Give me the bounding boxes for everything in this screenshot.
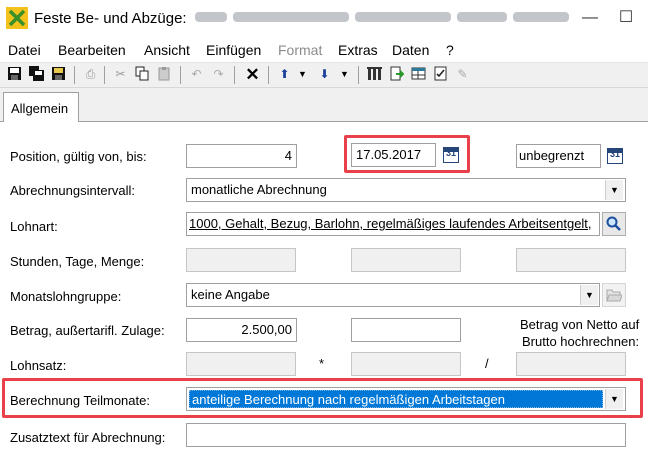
calendar-icon: 31 [443,147,459,163]
previous-dropdown-icon[interactable]: ▼ [294,66,311,83]
blur-bars [194,12,569,23]
previous-record-icon[interactable]: ⬆ [276,66,293,83]
minimize-button[interactable]: — [576,4,604,32]
save-icon[interactable] [6,66,23,83]
print-icon[interactable]: ⎙ [82,66,99,83]
net-gross-label-line2: Brutto hochrechnen: [522,334,640,349]
extra-text-label: Zusatztext für Abrechnung: [10,430,166,445]
folder-open-icon [606,289,623,302]
wage-group-dropdown-arrow-icon[interactable]: ▼ [580,285,598,305]
maximize-button[interactable]: ☐ [612,4,640,32]
rate-label: Lohnsatz: [10,358,67,373]
window-title-text: Feste Be- und Abzüge: [34,10,187,27]
search-icon [606,216,621,231]
save-close-icon[interactable] [50,66,67,83]
wage-group-select[interactable]: keine Angabe [186,283,600,307]
edit-note-icon[interactable]: ✎ [454,66,471,83]
menu-einfuegen[interactable]: Einfügen [206,42,261,58]
paste-icon[interactable] [156,66,173,83]
amount-field[interactable]: 2.500,00 [186,318,297,342]
menu-extras[interactable]: Extras [338,42,378,58]
wage-group-browse-button[interactable] [602,283,626,307]
lohnart-search-button[interactable] [602,212,626,236]
menu-daten[interactable]: Daten [392,42,429,58]
toolbar-separator [180,66,181,84]
toolbar-separator [74,66,75,84]
menu-help[interactable]: ? [446,42,454,58]
quantity-label: Stunden, Tage, Menge: [10,254,145,269]
toolbar-separator [358,66,359,84]
cut-icon[interactable]: ✂ [112,66,129,83]
blurred-title-detail [194,10,569,28]
supplement-field[interactable] [351,318,461,342]
rate-field [186,352,296,376]
rate-divisor-field [516,352,626,376]
save-all-icon[interactable] [28,66,45,83]
toolbar-separator [234,66,235,84]
position-label: Position, gültig von, bis: [10,149,147,164]
next-dropdown-icon[interactable]: ▼ [336,66,353,83]
tab-label: Allgemein [11,101,69,116]
partial-month-select[interactable]: anteilige Berechnung nach regelmäßigen A… [186,387,626,411]
interval-select[interactable]: monatliche Abrechnung [186,178,626,202]
wage-group-value: keine Angabe [191,287,270,302]
window-title: Feste Be- und Abzüge: [34,10,569,28]
valid-from-calendar-button[interactable]: 31 [439,143,463,167]
menu-datei[interactable]: Datei [8,42,41,58]
extra-text-field[interactable] [186,423,626,447]
partial-month-value: anteilige Berechnung nach regelmäßigen A… [189,390,603,408]
valid-from-field[interactable]: 17.05.2017 [351,143,436,167]
copy-icon[interactable] [134,66,151,83]
toolbar-separator [268,66,269,84]
tab-allgemein[interactable]: Allgemein [3,92,79,123]
amount-label: Betrag, außertarifl. Zulage: [10,323,165,338]
menu-ansicht[interactable]: Ansicht [144,42,190,58]
interval-value: monatliche Abrechnung [191,182,327,197]
menu-bearbeiten[interactable]: Bearbeiten [58,42,126,58]
amount-quantity-field [516,248,626,272]
multiply-sign: * [319,356,325,371]
net-gross-label-line1: Betrag von Netto auf [520,317,640,332]
lohnart-label: Lohnart: [10,219,58,234]
tab-strip [0,88,648,122]
rate-factor-field [351,352,461,376]
toolbar-separator [104,66,105,84]
lohnart-field[interactable]: 1000, Gehalt, Bezug, Barlohn, regelmäßig… [186,212,600,236]
next-record-icon[interactable]: ⬇ [316,66,333,83]
delete-icon[interactable]: ✕ [244,66,261,83]
valid-to-calendar-button[interactable]: 31 [603,144,627,168]
redo-icon[interactable]: ↷ [210,66,227,83]
partial-month-dropdown-arrow-icon[interactable]: ▼ [605,389,623,409]
partial-month-label: Berechnung Teilmonate: [10,393,150,408]
interval-dropdown-arrow-icon[interactable]: ▼ [605,180,623,200]
days-field [351,248,461,272]
wage-group-label: Monatslohngruppe: [10,289,122,304]
interval-label: Abrechnungsintervall: [10,183,136,198]
position-field[interactable]: 4 [186,144,297,168]
valid-to-field[interactable]: unbegrenzt [516,144,601,168]
divide-sign: / [485,356,489,371]
calendar-icon: 31 [607,148,623,164]
app-logo-icon [6,7,28,29]
undo-icon[interactable]: ↶ [188,66,205,83]
menu-format[interactable]: Format [278,42,322,58]
hours-field [186,248,296,272]
table-icon[interactable] [410,66,427,83]
columns-icon[interactable] [366,66,383,83]
export-icon[interactable] [388,66,405,83]
checklist-icon[interactable] [432,66,449,83]
